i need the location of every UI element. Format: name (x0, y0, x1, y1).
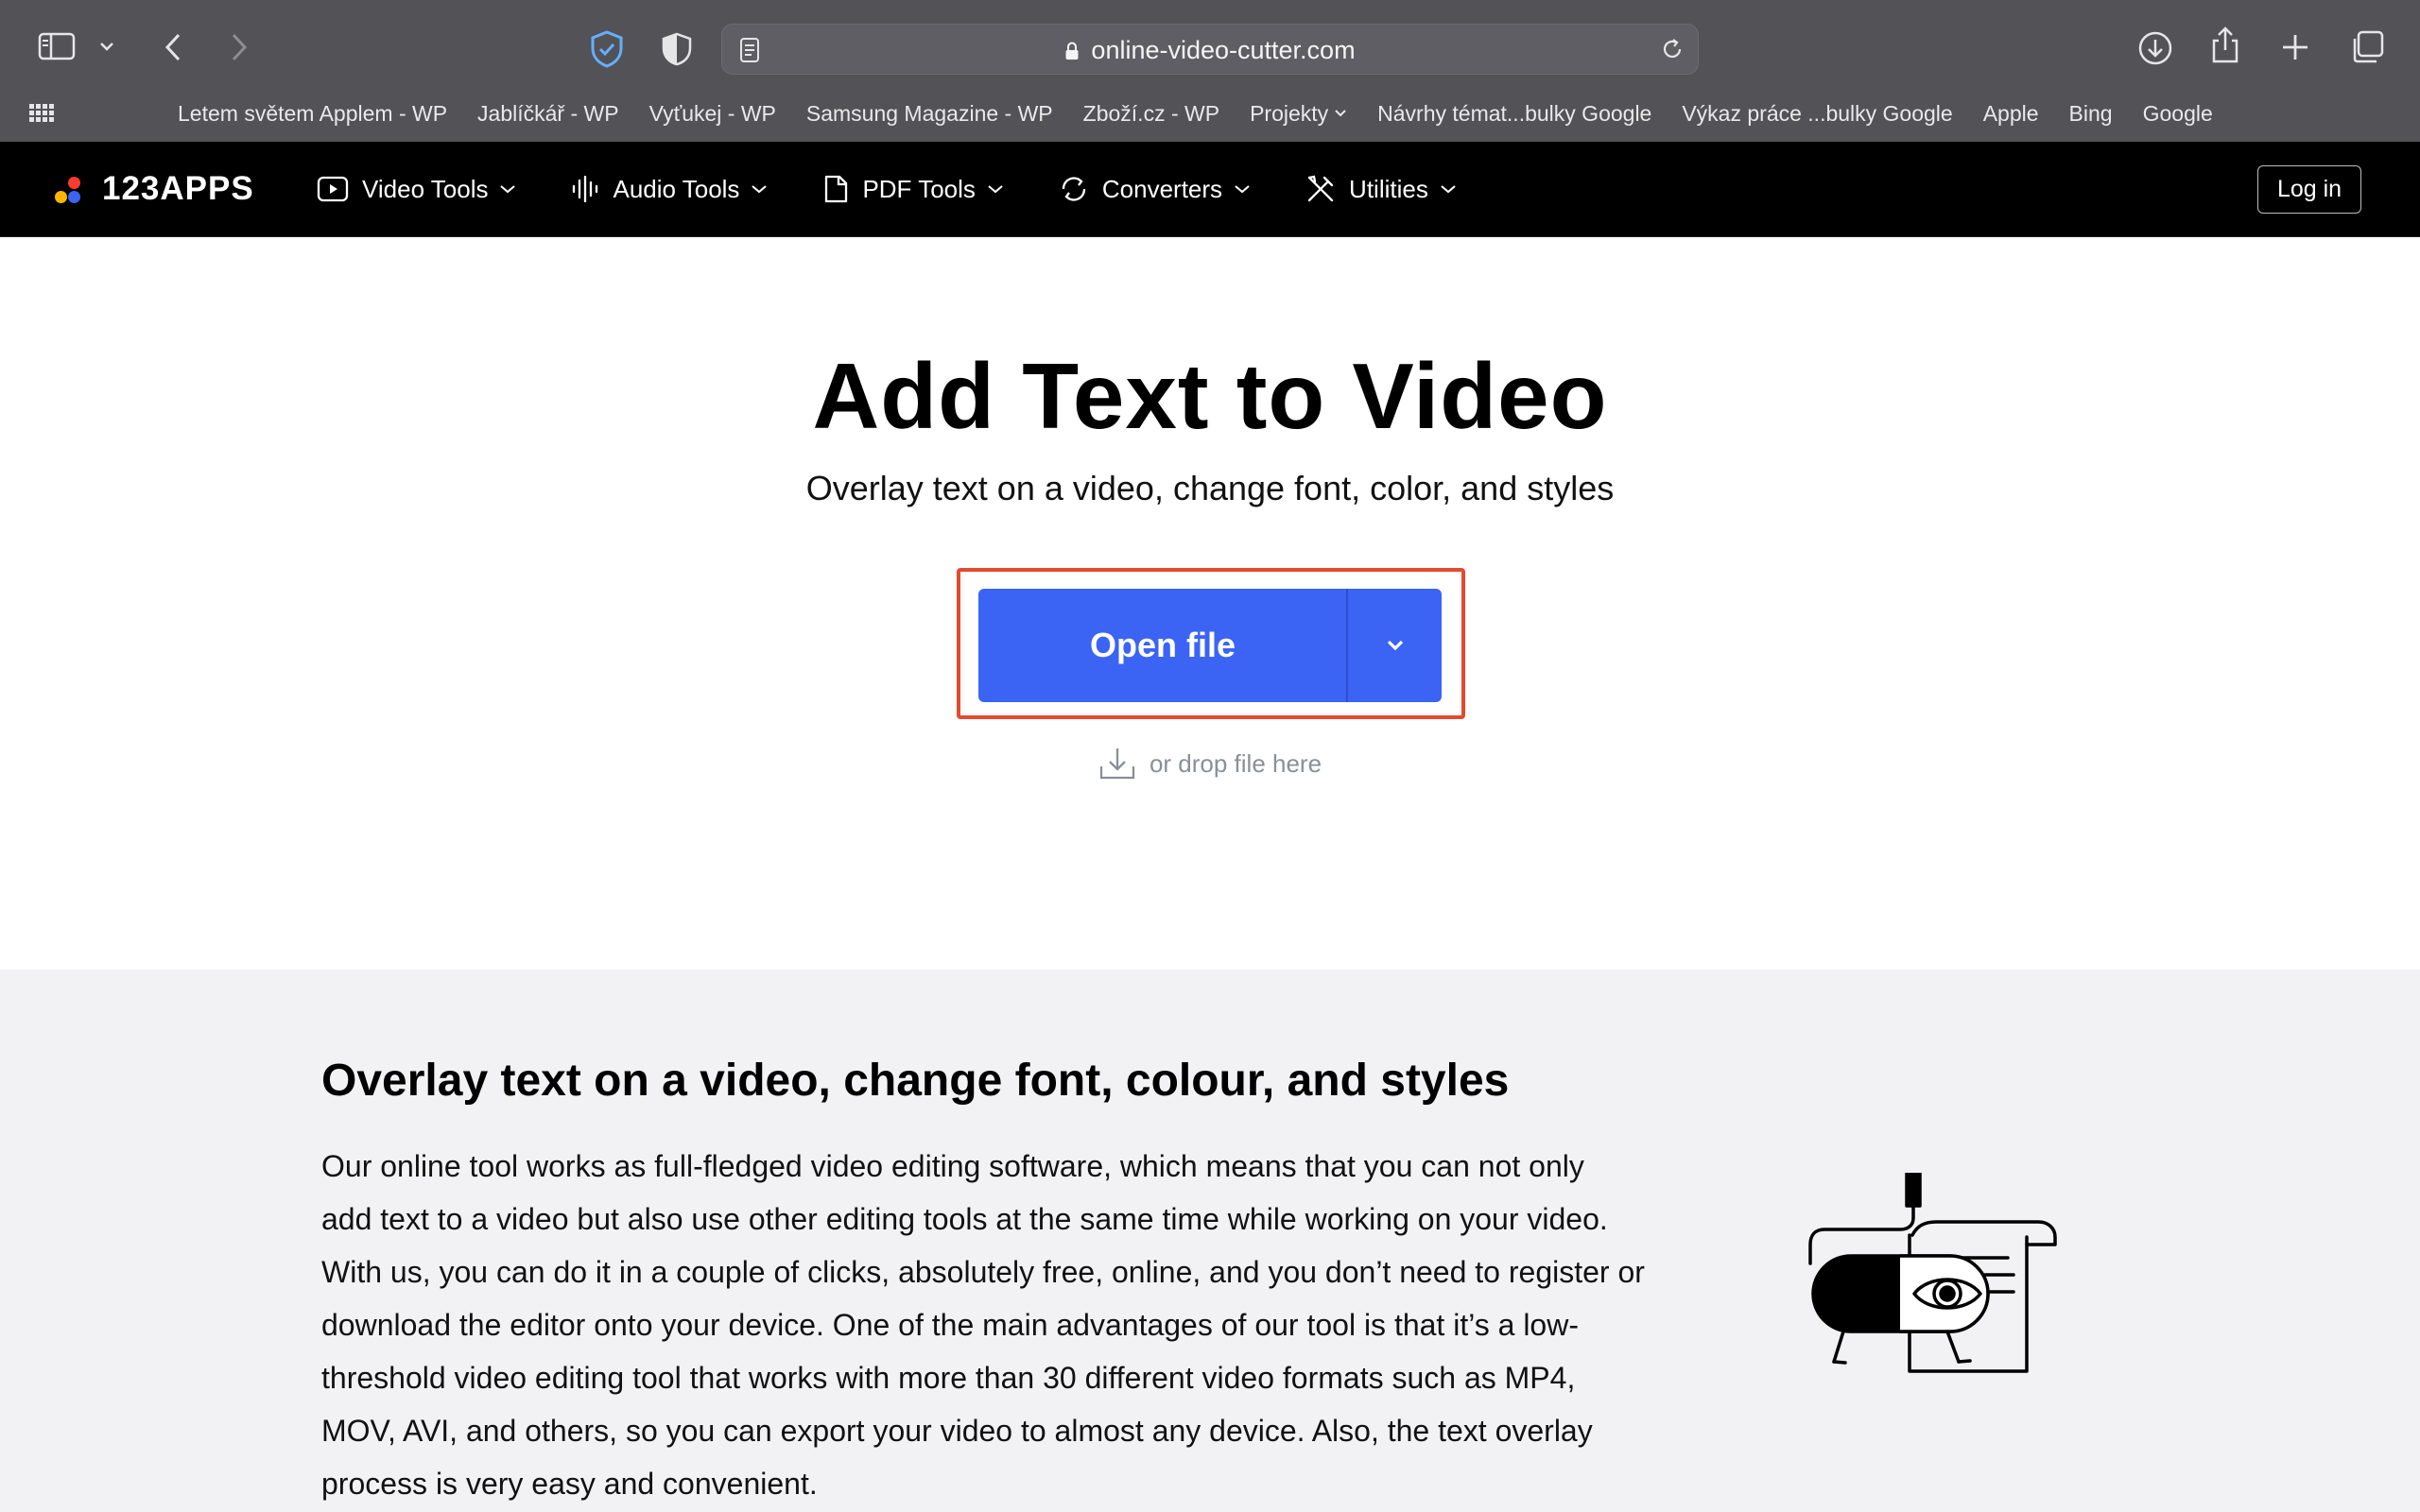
forward-button[interactable] (225, 30, 253, 64)
body-line: MOV, AVI, and others, so you can export … (321, 1414, 1593, 1448)
bookmark-list: Letem světem Applem - WP Jablíčkář - WP … (178, 94, 2243, 132)
drop-hint-text: or drop file here (1149, 748, 1322, 778)
nav-converters[interactable]: Converters (1059, 174, 1251, 204)
logo-text: 123APPS (102, 170, 254, 207)
bookmark-label: Apple (1982, 100, 2039, 126)
url-display: online-video-cutter.com (722, 25, 1698, 76)
bookmark-item[interactable]: Jablíčkář - WP (477, 101, 619, 127)
nav-label: Utilities (1349, 174, 1428, 203)
bookmark-label: Výkaz práce ...bulky Google (1682, 100, 1953, 126)
nav-audio-tools[interactable]: Audio Tools (571, 175, 768, 204)
nav-label: Audio Tools (613, 174, 740, 203)
chevron-right-icon (232, 33, 248, 61)
chevron-down-icon (988, 185, 1003, 194)
bookmark-item[interactable]: Zboží.cz - WP (1083, 101, 1219, 127)
body-line: download the editor onto your device. On… (321, 1308, 1579, 1342)
chevron-down-icon (752, 185, 768, 194)
downloads-button[interactable] (2136, 29, 2174, 67)
favorites-bar: Letem světem Applem - WP Jablíčkář - WP … (0, 94, 2420, 132)
download-circle-icon (2138, 31, 2172, 65)
video-text-illustration (1808, 1173, 2057, 1373)
sidebar-toggle-button[interactable] (36, 30, 78, 62)
main-menu: Video Tools Audio Tools PDF Tools Conver… (317, 142, 1512, 236)
chevron-down-icon (1441, 185, 1456, 194)
logo-dots-icon (55, 170, 93, 208)
bookmark-label: Samsung Magazine - WP (805, 100, 1053, 126)
bookmark-item[interactable]: Vyťukej - WP (649, 101, 776, 127)
bookmark-item[interactable]: Google (2143, 101, 2213, 127)
chevron-down-icon (100, 43, 113, 51)
page-title: Add Text to Video (812, 344, 1608, 448)
bookmark-label: Google (2142, 100, 2213, 126)
nav-video-tools[interactable]: Video Tools (317, 175, 516, 204)
shield-check-icon (591, 30, 623, 68)
body-line: threshold video editing tool that works … (321, 1361, 1576, 1395)
sidebar-menu-chevron-button[interactable] (96, 36, 117, 57)
tab-overview-button[interactable] (2348, 28, 2386, 66)
back-button[interactable] (159, 30, 187, 64)
half-shield-icon (662, 32, 692, 66)
lock-icon (1065, 42, 1079, 60)
chevron-down-icon (500, 185, 516, 194)
body-line: Our online tool works as full-fledged vi… (321, 1149, 1584, 1183)
bookmark-label: Návrhy témat...bulky Google (1377, 100, 1652, 126)
bookmark-item[interactable]: Letem světem Applem - WP (178, 101, 447, 127)
bookmark-item[interactable]: Výkaz práce ...bulky Google (1682, 101, 1952, 127)
reload-icon[interactable] (1660, 37, 1685, 66)
page-subtitle: Overlay text on a video, change font, co… (805, 469, 1615, 507)
section-body: Our online tool works as full-fledged vi… (321, 1140, 1711, 1510)
bookmark-item[interactable]: Samsung Magazine - WP (806, 101, 1053, 127)
download-tray-icon (1099, 748, 1135, 780)
chevron-left-icon (164, 33, 181, 61)
new-tab-button[interactable] (2278, 30, 2312, 64)
sidebar-icon (38, 32, 76, 60)
url-text: online-video-cutter.com (1091, 35, 1356, 64)
tools-icon (1307, 175, 1334, 202)
body-line: process is very easy and convenient. (321, 1467, 818, 1501)
login-button[interactable]: Log in (2257, 165, 2361, 214)
bookmark-item[interactable]: Bing (2069, 101, 2113, 127)
extension-button[interactable] (658, 29, 696, 69)
drop-zone-hint: or drop file here (0, 746, 2420, 782)
address-bar[interactable]: online-video-cutter.com (721, 24, 1699, 75)
favorites-grid-icon[interactable] (29, 104, 54, 128)
open-file-label: Open file (1089, 626, 1236, 664)
share-button[interactable] (2208, 25, 2242, 66)
nav-label: Converters (1101, 174, 1223, 203)
share-icon (2212, 26, 2238, 63)
open-file-button[interactable]: Open file (978, 589, 1347, 702)
nav-pdf-tools[interactable]: PDF Tools (822, 174, 1003, 204)
browser-toolbar: online-video-cutter.com Letem světem App (0, 0, 2420, 142)
logo[interactable]: 123APPS (55, 170, 254, 208)
chevron-down-icon (1235, 185, 1250, 194)
bookmark-label: Bing (2068, 100, 2113, 126)
plus-icon (2283, 35, 2308, 60)
pdf-file-icon (825, 175, 848, 203)
nav-utilities[interactable]: Utilities (1305, 174, 1457, 204)
privacy-shield-button[interactable] (586, 28, 628, 70)
section-title: Overlay text on a video, change font, co… (321, 1056, 1510, 1106)
chevron-down-icon (1387, 640, 1403, 651)
bookmark-label: Jablíčkář - WP (477, 100, 619, 126)
tabs-icon (2353, 30, 2384, 63)
video-play-icon (317, 176, 349, 202)
body-line: With us, you can do it in a couple of cl… (321, 1255, 1645, 1289)
bookmark-item[interactable]: Návrhy témat...bulky Google (1377, 101, 1651, 127)
bookmark-folder-projekty[interactable]: Projekty (1250, 101, 1347, 127)
bookmark-label: Vyťukej - WP (648, 100, 776, 126)
hero-section: Add Text to Video Overlay text on a vide… (0, 237, 2420, 970)
bookmark-label: Letem světem Applem - WP (178, 100, 448, 126)
nav-label: Video Tools (362, 174, 489, 203)
chevron-down-icon (1335, 110, 1346, 117)
bookmark-item[interactable]: Apple (1983, 101, 2039, 127)
description-section: Overlay text on a video, change font, co… (0, 970, 2420, 1512)
body-line: add text to a video but also use other e… (321, 1202, 1608, 1236)
audio-wave-icon (573, 175, 598, 203)
open-file-options-button[interactable] (1348, 589, 1442, 702)
nav-label: PDF Tools (862, 174, 976, 203)
bookmark-label: Projekty (1250, 100, 1329, 126)
bookmark-label: Zboží.cz - WP (1082, 100, 1220, 126)
site-header: 123APPS Video Tools Audio Tools PDF Tool… (0, 142, 2420, 237)
convert-icon (1062, 177, 1086, 201)
